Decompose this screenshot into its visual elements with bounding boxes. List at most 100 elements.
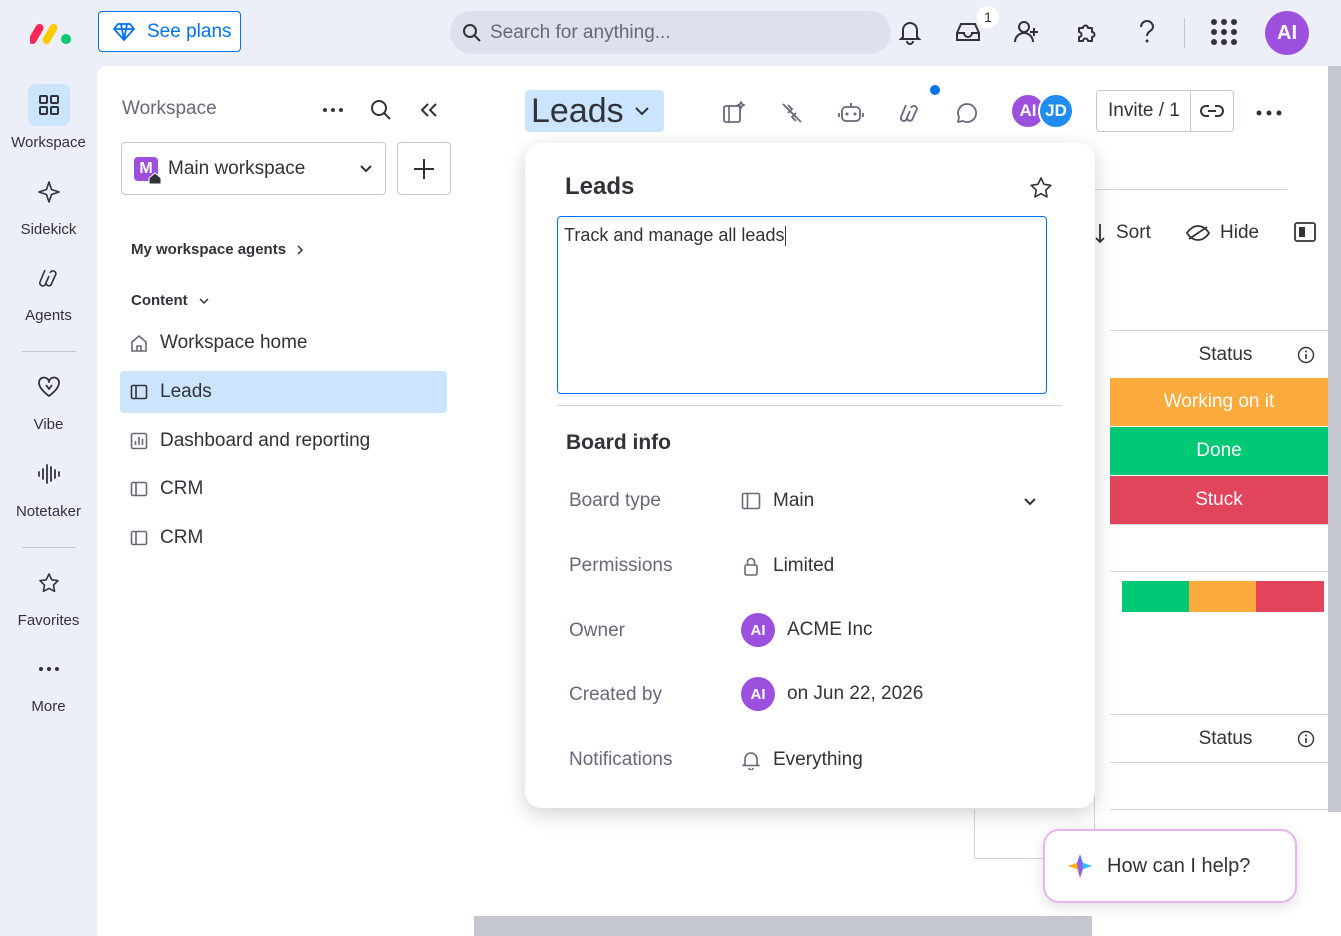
permissions-value[interactable]: Limited: [741, 555, 834, 577]
bell-icon[interactable]: [895, 17, 925, 47]
comment-icon[interactable]: [952, 98, 982, 128]
view-tabs-underline: [1094, 189, 1288, 190]
board-icon: [130, 384, 148, 400]
chevron-down-icon: [199, 297, 209, 304]
sidebar-item-crm[interactable]: CRM: [120, 468, 447, 510]
invite-user-icon[interactable]: [1012, 17, 1042, 47]
rail-item-vibe[interactable]: Vibe: [0, 366, 97, 433]
rail-item-agents[interactable]: Agents: [0, 257, 97, 324]
member-avatar[interactable]: JD: [1038, 93, 1074, 129]
workspace-selector[interactable]: M Main workspace: [121, 142, 386, 195]
notifications-value[interactable]: Everything: [741, 749, 863, 771]
chevron-down-icon: [360, 164, 372, 172]
help-label: How can I help?: [1107, 854, 1251, 877]
status-column-header[interactable]: Status: [1110, 714, 1341, 762]
content-section[interactable]: Content: [131, 292, 210, 309]
rail-separator: [22, 351, 76, 352]
status-summary-stuck: [1256, 581, 1324, 612]
sort-button[interactable]: Sort: [1094, 222, 1151, 244]
status-cell-done[interactable]: Done: [1110, 427, 1328, 475]
board-info-heading: Board info: [566, 431, 671, 454]
creator-avatar: AI: [741, 677, 775, 711]
board-type-value[interactable]: Main: [741, 490, 814, 512]
rail-label: Vibe: [33, 416, 64, 433]
rail-item-favorites[interactable]: Favorites: [0, 562, 97, 629]
status-cell-working[interactable]: Working on it: [1110, 378, 1328, 426]
see-plans-button[interactable]: See plans: [98, 11, 241, 52]
integrations-off-icon[interactable]: [777, 98, 807, 128]
agents-icon[interactable]: [895, 98, 925, 128]
top-bar: See plans Search for anything... 1 AI: [0, 0, 1341, 66]
hide-button[interactable]: Hide: [1186, 222, 1259, 244]
workspace-badge: M: [134, 156, 162, 184]
automation-robot-icon[interactable]: [836, 98, 866, 128]
status-summary-done: [1122, 581, 1189, 612]
lock-icon: [744, 557, 758, 576]
sidebar-item-workspace-home[interactable]: Workspace home: [120, 322, 447, 364]
status-column-header[interactable]: Status: [1110, 330, 1341, 378]
permissions-label: Permissions: [569, 555, 673, 576]
agents-icon: [28, 257, 70, 299]
board-title-button[interactable]: Leads: [525, 90, 664, 132]
search-icon[interactable]: [367, 96, 395, 124]
horizontal-scrollbar[interactable]: [474, 916, 1092, 936]
sparkle-icon: [1068, 854, 1092, 878]
monday-logo[interactable]: [30, 20, 74, 46]
owner-avatar: AI: [741, 613, 775, 647]
rail-separator: [22, 547, 76, 548]
sparkle-icon: [28, 171, 70, 213]
search-input[interactable]: Search for anything...: [450, 11, 891, 54]
chevron-down-icon[interactable]: [1018, 490, 1042, 514]
board-description-input[interactable]: Track and manage all leads: [557, 216, 1047, 394]
more-options-icon[interactable]: [1254, 98, 1284, 128]
board-info-popover: Leads Track and manage all leads Board i…: [525, 143, 1095, 808]
user-avatar[interactable]: AI: [1265, 11, 1309, 55]
rail-label: Notetaker: [15, 503, 82, 520]
popover-title[interactable]: Leads: [565, 173, 634, 201]
status-cell-stuck[interactable]: Stuck: [1110, 476, 1328, 524]
apps-grid-icon[interactable]: [1209, 17, 1239, 47]
notifications-label: Notifications: [569, 749, 673, 770]
invite-button[interactable]: Invite / 1: [1096, 90, 1234, 132]
workspace-agents-section[interactable]: My workspace agents: [131, 241, 304, 258]
home-icon: [131, 334, 147, 352]
rail-label: Workspace: [11, 134, 86, 151]
sidebar-item-crm[interactable]: CRM: [120, 517, 447, 559]
chevron-right-icon: [297, 244, 304, 255]
rail-item-sidekick[interactable]: Sidekick: [0, 171, 97, 238]
star-icon[interactable]: [1027, 174, 1055, 202]
search-placeholder: Search for anything...: [490, 21, 671, 43]
ai-board-icon[interactable]: [719, 98, 749, 128]
ai-help-button[interactable]: How can I help?: [1043, 829, 1297, 903]
board-type-label: Board type: [569, 490, 661, 511]
rail-label: Agents: [25, 307, 72, 324]
copy-link-button[interactable]: [1190, 91, 1233, 131]
layout-icon[interactable]: [1294, 222, 1316, 242]
rail-item-notetaker[interactable]: Notetaker: [0, 453, 97, 520]
bell-icon: [741, 752, 761, 770]
puzzle-icon[interactable]: [1072, 17, 1102, 47]
link-icon: [1200, 105, 1224, 117]
waveform-icon: [28, 453, 70, 495]
sidebar-item-dashboard[interactable]: Dashboard and reporting: [120, 420, 447, 462]
dots-icon: [28, 648, 70, 690]
add-item-button[interactable]: [397, 142, 451, 195]
eye-off-icon: [1186, 225, 1210, 241]
created-by-value[interactable]: AI on Jun 22, 2026: [741, 677, 923, 711]
chevron-down-icon: [634, 107, 649, 116]
rail-item-workspace[interactable]: Workspace: [0, 84, 97, 151]
diamond-icon: [113, 22, 135, 41]
left-rail: Workspace Sidekick Agents Vibe Notetaker…: [0, 66, 97, 936]
owner-value[interactable]: AI ACME Inc: [741, 613, 873, 647]
search-icon: [463, 23, 481, 42]
info-icon: [1297, 346, 1315, 363]
collapse-icon[interactable]: [415, 96, 443, 124]
star-icon: [28, 562, 70, 604]
vertical-scrollbar[interactable]: [1328, 66, 1341, 812]
rail-label: Sidekick: [20, 221, 77, 238]
help-icon[interactable]: [1132, 17, 1162, 47]
owner-label: Owner: [569, 620, 625, 641]
more-options-icon[interactable]: [319, 96, 347, 124]
rail-item-more[interactable]: More: [0, 648, 97, 715]
sidebar-item-leads[interactable]: Leads: [120, 371, 447, 413]
